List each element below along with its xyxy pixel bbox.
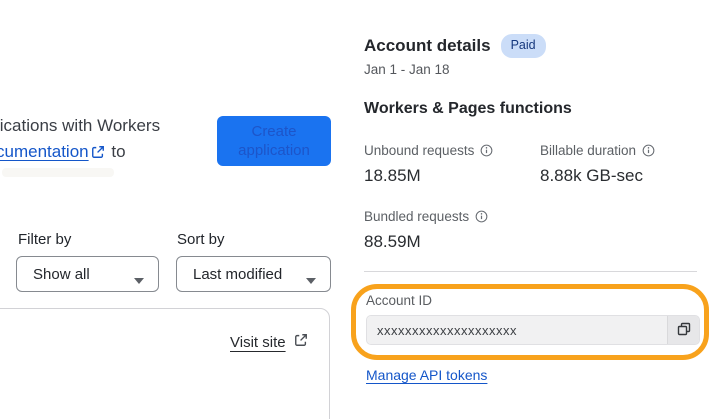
account-id-label: Account ID: [366, 293, 433, 308]
intro-line1: lications with Workers: [0, 116, 161, 135]
info-icon[interactable]: [480, 144, 493, 157]
site-card: [0, 308, 330, 419]
filter-dropdown[interactable]: Show all: [16, 256, 159, 292]
stat-bundled-requests: Bundled requests 88.59M: [364, 209, 534, 252]
info-icon[interactable]: [642, 144, 655, 157]
account-id-field: [366, 315, 700, 345]
visit-site-link[interactable]: Visit site: [230, 333, 310, 351]
workers-pages-dashboard: lications with Workers cumentation to Cr…: [0, 0, 718, 419]
stat-unbound-requests: Unbound requests 18.85M: [364, 143, 534, 186]
external-link-icon: [91, 141, 105, 167]
functions-section-title: Workers & Pages functions: [364, 100, 572, 117]
stat-value: 8.88k GB-sec: [540, 166, 643, 185]
stat-value: 88.59M: [364, 232, 421, 251]
info-icon[interactable]: [475, 210, 488, 223]
sort-by-label: Sort by: [177, 231, 225, 248]
intro-suffix: to: [111, 142, 126, 161]
manage-api-tokens-link[interactable]: Manage API tokens: [366, 367, 487, 383]
sort-dropdown[interactable]: Last modified: [176, 256, 331, 292]
stat-billable-duration: Billable duration 8.88k GB-sec: [540, 143, 710, 186]
external-link-icon: [294, 333, 308, 351]
intro-text: lications with Workers cumentation to: [0, 113, 160, 167]
account-details-title: Account details: [364, 35, 491, 55]
chevron-down-icon: [306, 271, 316, 284]
stat-value: 18.85M: [364, 166, 421, 185]
filter-dropdown-value: Show all: [33, 265, 90, 283]
copy-account-id-button[interactable]: [667, 316, 699, 344]
chevron-down-icon: [134, 271, 144, 284]
sort-dropdown-value: Last modified: [193, 265, 283, 283]
faded-text-artifact: [2, 168, 114, 177]
documentation-link[interactable]: cumentation: [0, 142, 89, 161]
section-divider: [364, 271, 697, 272]
create-application-button[interactable]: Create application: [217, 116, 331, 166]
paid-plan-badge: Paid: [500, 34, 546, 58]
account-id-input[interactable]: [367, 316, 667, 344]
filter-by-label: Filter by: [18, 231, 72, 248]
copy-icon: [676, 321, 692, 340]
date-range: Jan 1 - Jan 18: [364, 62, 450, 77]
